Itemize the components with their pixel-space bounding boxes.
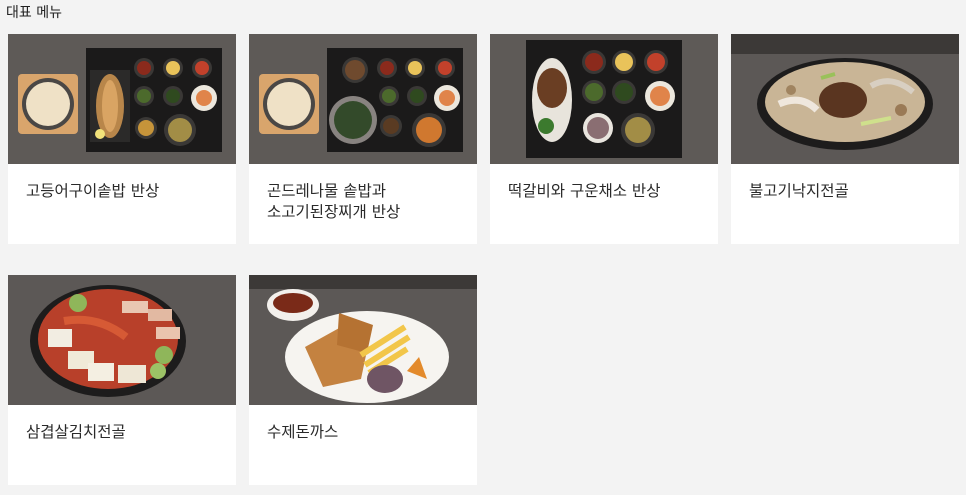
menu-card-label: 불고기낙지전골 [749,182,849,200]
grilled-mackerel-set-photo [8,34,236,164]
menu-card-gondeure-rice[interactable]: 곤드레나물 솥밥과 소고기된장찌개 반상 [249,34,477,244]
section-title: 대표 메뉴 [6,5,62,21]
bulgogi-octopus-hotpot-photo [731,34,959,164]
menu-card-grilled-mackerel[interactable]: 고등어구이솥밥 반상 [8,34,236,244]
handmade-tonkatsu-photo [249,275,477,405]
menu-card-label: 고등어구이솥밥 반상 [26,182,160,200]
menu-card-pork-kimchi[interactable]: 삼겹살김치전골 [8,275,236,485]
menu-card-label: 수제돈까스 [267,423,339,441]
menu-card-tteokgalbi[interactable]: 떡갈비와 구운채소 반상 [490,34,718,244]
gondeure-rice-set-photo [249,34,477,164]
menu-grid: 고등어구이솥밥 반상 곤드레나물 솥밥과 소고기된장찌개 반상 떡갈비와 구운채… [8,34,959,485]
menu-card-tonkatsu[interactable]: 수제돈까스 [249,275,477,485]
menu-card-label: 곤드레나물 솥밥과 소고기된장찌개 반상 [267,182,401,221]
menu-card-label: 떡갈비와 구운채소 반상 [508,182,661,200]
tteokgalbi-set-photo [490,34,718,164]
menu-card-bulgogi-octopus[interactable]: 불고기낙지전골 [731,34,959,244]
pork-kimchi-hotpot-photo [8,275,236,405]
menu-card-label: 삼겹살김치전골 [26,423,126,441]
